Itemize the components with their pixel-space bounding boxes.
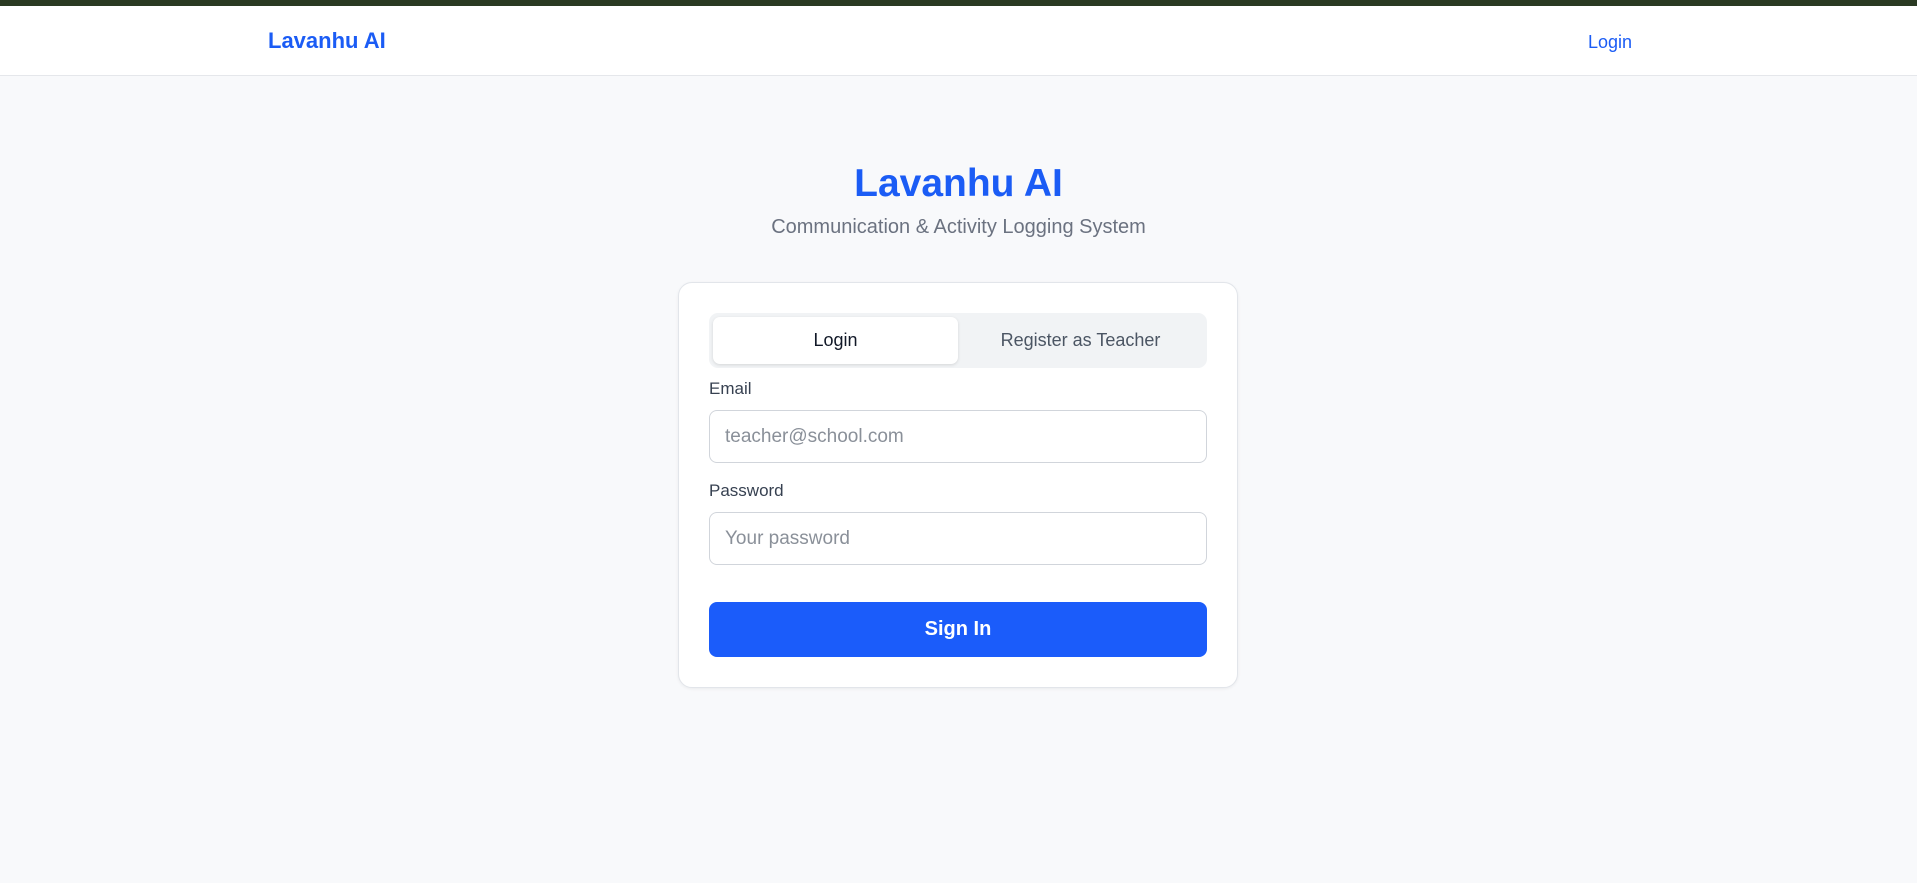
tab-login[interactable]: Login — [713, 317, 958, 364]
tab-register-teacher[interactable]: Register as Teacher — [958, 317, 1203, 364]
sign-in-button[interactable]: Sign In — [709, 602, 1207, 657]
page-title: Lavanhu AI — [854, 162, 1063, 205]
password-field[interactable] — [709, 512, 1207, 565]
email-label: Email — [709, 379, 752, 398]
email-field[interactable] — [709, 410, 1207, 463]
password-label: Password — [709, 481, 784, 500]
brand-logo-link[interactable]: Lavanhu AI — [268, 28, 386, 54]
nav-login-link[interactable]: Login — [1588, 32, 1632, 53]
auth-tabs: Login Register as Teacher — [709, 313, 1207, 368]
page-subtitle: Communication & Activity Logging System — [771, 216, 1146, 238]
auth-card: Login Register as Teacher Email Password… — [678, 282, 1238, 688]
navbar: Lavanhu AI Login — [0, 6, 1917, 76]
